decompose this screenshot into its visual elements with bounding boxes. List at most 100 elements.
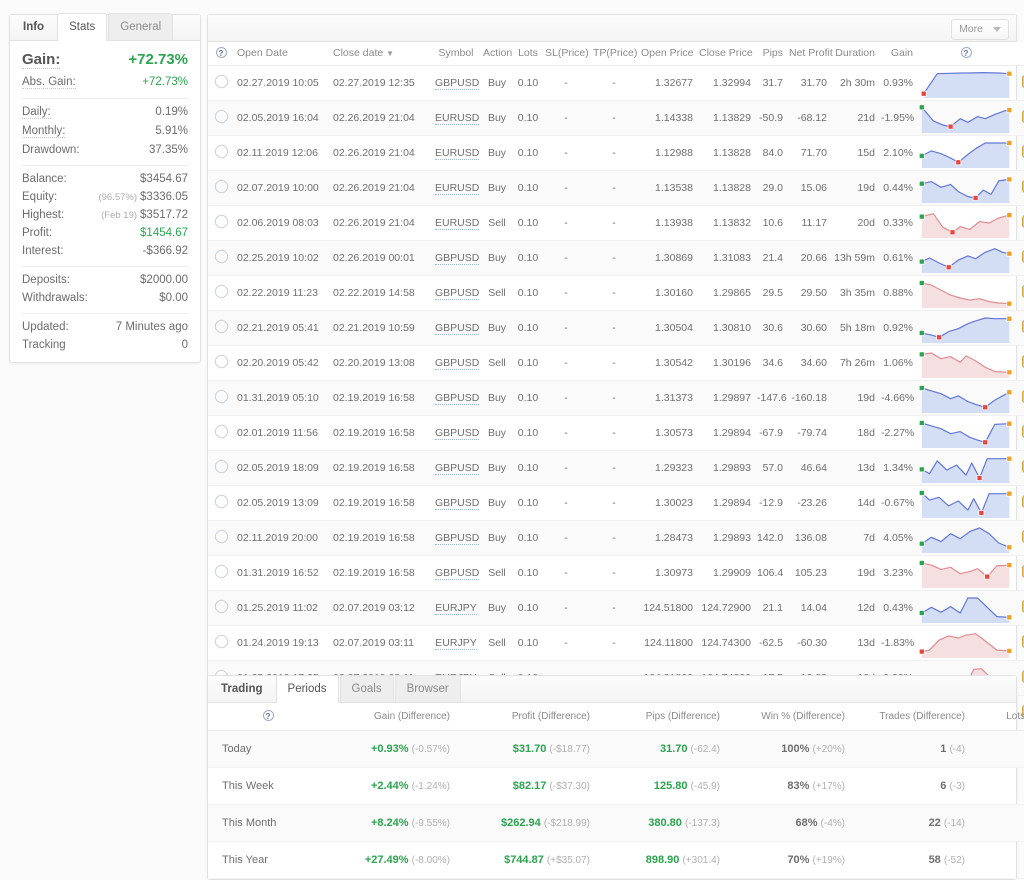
column-header-sl[interactable]: SL(Price) (545, 47, 589, 59)
paperclip-icon[interactable] (212, 282, 230, 300)
cell-note[interactable] (1016, 171, 1024, 206)
cell-attachment[interactable] (208, 171, 234, 206)
table-row[interactable]: 01.31.2019 05:1002.19.2019 16:58GBPUSDBu… (208, 381, 1024, 416)
cell-symbol[interactable]: GBPUSD (432, 66, 480, 101)
cell-attachment[interactable] (208, 521, 234, 556)
table-row[interactable]: 02.05.2019 13:0902.19.2019 16:58GBPUSDBu… (208, 486, 1024, 521)
table-row[interactable]: 02.01.2019 11:5602.19.2019 16:58GBPUSDBu… (208, 416, 1024, 451)
cell-note[interactable] (1016, 241, 1024, 276)
cell-symbol[interactable]: GBPUSD (432, 241, 480, 276)
cell-attachment[interactable] (208, 101, 234, 136)
column-header-tp[interactable]: TP(Price) (593, 47, 637, 59)
cell-symbol[interactable]: EURJPY (432, 591, 480, 626)
paperclip-icon[interactable] (212, 457, 230, 475)
cell-attachment[interactable] (208, 241, 234, 276)
column-header-action[interactable]: Action (483, 47, 512, 59)
cell-attachment[interactable] (208, 626, 234, 661)
cell-note[interactable] (1016, 451, 1024, 486)
cell-attachment[interactable] (208, 591, 234, 626)
tab-trading[interactable]: Trading (210, 675, 275, 702)
column-header-duration[interactable]: Duration (835, 47, 875, 59)
cell-note[interactable] (1016, 101, 1024, 136)
tab-stats[interactable]: Stats (57, 13, 107, 41)
tab-general[interactable]: General (108, 13, 173, 40)
cell-note[interactable] (1016, 346, 1024, 381)
cell-attachment[interactable] (208, 451, 234, 486)
table-row[interactable]: 01.31.2019 16:5202.19.2019 16:58GBPUSDSe… (208, 556, 1024, 591)
paperclip-icon[interactable] (212, 177, 230, 195)
cell-note[interactable] (1016, 486, 1024, 521)
cell-symbol[interactable]: GBPUSD (432, 346, 480, 381)
cell-attachment[interactable] (208, 136, 234, 171)
paperclip-icon[interactable] (212, 352, 230, 370)
cell-note[interactable] (1016, 66, 1024, 101)
cell-note[interactable] (1016, 276, 1024, 311)
paperclip-icon[interactable] (212, 562, 230, 580)
paperclip-icon[interactable] (212, 597, 230, 615)
help-icon-help[interactable]: ? (216, 47, 227, 58)
cell-note[interactable] (1016, 206, 1024, 241)
column-header-net_profit[interactable]: Net Profit (789, 47, 833, 59)
cell-attachment[interactable] (208, 311, 234, 346)
table-row[interactable]: 02.05.2019 18:0902.19.2019 16:58GBPUSDBu… (208, 451, 1024, 486)
paperclip-icon[interactable] (212, 142, 230, 160)
table-row[interactable]: 02.27.2019 10:0502.27.2019 12:35GBPUSDBu… (208, 66, 1024, 101)
table-row[interactable]: 01.24.2019 19:1302.07.2019 03:11EURJPYSe… (208, 626, 1024, 661)
paperclip-icon[interactable] (212, 387, 230, 405)
table-row[interactable]: 02.25.2019 10:0202.26.2019 00:01GBPUSDBu… (208, 241, 1024, 276)
column-header-close_price[interactable]: Close Price (699, 47, 753, 59)
tab-info[interactable]: Info (12, 13, 56, 40)
help-icon-chart[interactable]: ? (961, 47, 972, 58)
column-header-open_price[interactable]: Open Price (641, 47, 694, 59)
table-row[interactable]: 02.06.2019 08:0302.26.2019 21:04EURUSDSe… (208, 206, 1024, 241)
cell-symbol[interactable]: GBPUSD (432, 521, 480, 556)
cell-symbol[interactable]: GBPUSD (432, 381, 480, 416)
column-header-gain[interactable]: Gain (891, 47, 913, 59)
cell-symbol[interactable]: GBPUSD (432, 416, 480, 451)
cell-note[interactable] (1016, 591, 1024, 626)
cell-symbol[interactable]: GBPUSD (432, 311, 480, 346)
help-icon-periods[interactable]: ? (263, 710, 274, 721)
table-row[interactable]: 02.05.2019 16:0402.26.2019 21:04EURUSDBu… (208, 101, 1024, 136)
column-header-open_date[interactable]: Open Date (237, 47, 288, 59)
column-header-symbol[interactable]: Symbol (438, 47, 473, 59)
table-row[interactable]: 02.22.2019 11:2302.22.2019 14:58GBPUSDSe… (208, 276, 1024, 311)
paperclip-icon[interactable] (212, 72, 230, 90)
cell-symbol[interactable]: EURUSD (432, 101, 480, 136)
more-button[interactable]: More (951, 19, 1009, 40)
cell-attachment[interactable] (208, 556, 234, 591)
tab-browser[interactable]: Browser (395, 675, 461, 702)
cell-note[interactable] (1016, 521, 1024, 556)
cell-attachment[interactable] (208, 486, 234, 521)
paperclip-icon[interactable] (212, 527, 230, 545)
cell-symbol[interactable]: EURUSD (432, 206, 480, 241)
cell-symbol[interactable]: GBPUSD (432, 556, 480, 591)
table-row[interactable]: 01.25.2019 11:0202.07.2019 03:12EURJPYBu… (208, 591, 1024, 626)
tab-goals[interactable]: Goals (340, 675, 394, 702)
cell-note[interactable] (1016, 381, 1024, 416)
paperclip-icon[interactable] (212, 107, 230, 125)
table-row[interactable]: 02.21.2019 05:4102.21.2019 10:59GBPUSDBu… (208, 311, 1024, 346)
cell-attachment[interactable] (208, 416, 234, 451)
cell-symbol[interactable]: EURUSD (432, 136, 480, 171)
column-header-lots[interactable]: Lots (518, 47, 538, 59)
cell-note[interactable] (1016, 136, 1024, 171)
cell-note[interactable] (1016, 661, 1024, 696)
cell-attachment[interactable] (208, 206, 234, 241)
tab-periods[interactable]: Periods (276, 675, 339, 703)
paperclip-icon[interactable] (212, 422, 230, 440)
column-header-pips[interactable]: Pips (763, 47, 783, 59)
cell-note[interactable] (1016, 416, 1024, 451)
table-row[interactable]: 02.07.2019 10:0002.26.2019 21:04EURUSDBu… (208, 171, 1024, 206)
column-header-close_date[interactable]: Close date ▼ (333, 47, 394, 59)
cell-attachment[interactable] (208, 66, 234, 101)
table-row[interactable]: 02.11.2019 12:0602.26.2019 21:04EURUSDBu… (208, 136, 1024, 171)
paperclip-icon[interactable] (212, 492, 230, 510)
paperclip-icon[interactable] (212, 247, 230, 265)
paperclip-icon[interactable] (212, 212, 230, 230)
cell-note[interactable] (1016, 311, 1024, 346)
table-row[interactable]: 02.20.2019 05:4202.20.2019 13:08GBPUSDSe… (208, 346, 1024, 381)
cell-attachment[interactable] (208, 276, 234, 311)
cell-note[interactable] (1016, 626, 1024, 661)
cell-symbol[interactable]: GBPUSD (432, 276, 480, 311)
